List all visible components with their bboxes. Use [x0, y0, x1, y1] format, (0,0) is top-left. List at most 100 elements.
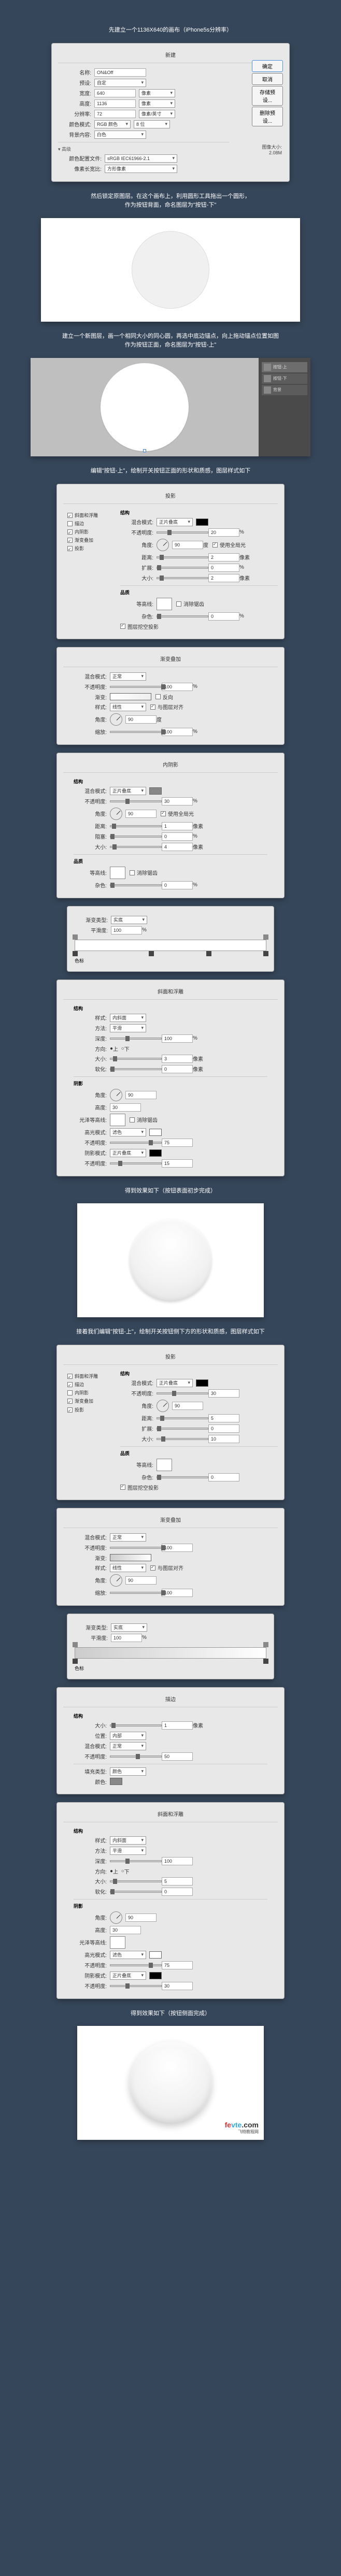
opacity-input[interactable]: 50 [162, 1752, 193, 1761]
global-light-check[interactable] [212, 542, 218, 548]
scale-slider[interactable] [110, 1592, 162, 1594]
noise-slider[interactable] [157, 615, 208, 617]
res-unit[interactable]: 像素/英寸 [139, 110, 175, 118]
noise-slider[interactable] [157, 1476, 208, 1478]
angle-dial[interactable] [110, 808, 122, 820]
style-select[interactable]: 线性 [110, 703, 146, 711]
gradient-picker[interactable] [110, 693, 151, 700]
sh-select[interactable]: 正片叠底 [110, 1149, 146, 1157]
size-slider[interactable] [157, 1438, 208, 1440]
soften-input[interactable]: 0 [162, 1888, 193, 1896]
opacity-stop-icon[interactable] [263, 934, 268, 940]
opacity-input[interactable]: 100 [162, 1544, 193, 1552]
color-swatch[interactable] [196, 519, 208, 526]
aspect-select[interactable]: 方形像素 [105, 165, 177, 173]
checkbox-icon[interactable] [67, 513, 73, 518]
distance-input[interactable]: 5 [208, 1414, 239, 1422]
align-check[interactable] [150, 704, 155, 710]
sh-op-input[interactable]: 15 [162, 1159, 193, 1168]
hl-select[interactable]: 滤色 [110, 1128, 146, 1136]
angle-input[interactable]: 90 [172, 541, 203, 549]
contour-picker[interactable] [110, 1114, 125, 1126]
style-select[interactable]: 内斜面 [110, 1014, 146, 1022]
blend-select[interactable]: 正常 [110, 1533, 146, 1542]
hl-select[interactable]: 滤色 [110, 1951, 146, 1959]
delete-preset-button[interactable]: 删除预设... [252, 107, 283, 126]
angle-dial[interactable] [110, 713, 122, 726]
angle-input[interactable]: 90 [125, 1091, 157, 1099]
opacity-slider[interactable] [110, 1755, 162, 1758]
checkbox-icon[interactable] [67, 1407, 73, 1413]
angle-input[interactable]: 90 [125, 810, 157, 818]
angle-input[interactable]: 90 [125, 715, 157, 724]
align-check[interactable] [150, 1565, 155, 1571]
depth-slider[interactable] [110, 1860, 162, 1862]
color-stop-icon[interactable] [206, 951, 211, 956]
checkbox-icon[interactable] [67, 1390, 73, 1395]
hl-op-input[interactable]: 75 [162, 1139, 193, 1147]
profile-select[interactable]: sRGB IEC61966-2.1 [105, 154, 177, 163]
checkbox-icon[interactable] [67, 1382, 73, 1387]
res-input[interactable]: 72 [94, 110, 136, 118]
color-stop-icon[interactable] [73, 1659, 78, 1664]
angle-dial[interactable] [110, 1911, 122, 1924]
soften-input[interactable]: 0 [162, 1065, 193, 1073]
angle-dial[interactable] [110, 1574, 122, 1587]
checkbox-icon[interactable] [67, 1374, 73, 1379]
anchor-point-icon[interactable] [143, 449, 146, 452]
ok-button[interactable]: 确定 [252, 60, 283, 72]
distance-slider[interactable] [157, 556, 208, 558]
gradient-bar[interactable] [75, 1647, 266, 1659]
scale-input[interactable]: 100 [162, 728, 193, 736]
opacity-stop-icon[interactable] [73, 934, 78, 940]
sh-swatch[interactable] [149, 1972, 162, 1979]
hl-swatch[interactable] [149, 1951, 162, 1959]
opacity-slider[interactable] [110, 800, 162, 802]
soften-slider[interactable] [110, 1068, 162, 1070]
size-slider[interactable] [110, 846, 162, 848]
grad-type-select[interactable]: 实底 [111, 916, 147, 924]
spread-input[interactable]: 0 [208, 1424, 239, 1433]
bit-select[interactable]: 8 位 [134, 120, 170, 128]
sh-op-slider[interactable] [110, 1985, 162, 1987]
spread-slider[interactable] [157, 1428, 208, 1430]
blend-select[interactable]: 正片叠底 [110, 787, 146, 795]
noise-input[interactable]: 0 [208, 612, 239, 621]
distance-input[interactable]: 1 [162, 822, 193, 830]
hl-op-slider[interactable] [110, 1142, 162, 1144]
color-swatch[interactable] [196, 1379, 208, 1387]
layer-item[interactable]: 背景 [262, 385, 307, 395]
reverse-check[interactable] [155, 694, 161, 699]
antialias-check[interactable] [130, 1117, 135, 1122]
angle-dial[interactable] [157, 1400, 169, 1412]
width-unit[interactable]: 像素 [139, 89, 175, 97]
width-input[interactable]: 640 [94, 89, 136, 97]
layer-item[interactable]: 按钮-下 [262, 373, 307, 384]
opacity-input[interactable]: 30 [208, 1389, 239, 1398]
hl-op-input[interactable]: 75 [162, 1961, 193, 1969]
distance-input[interactable]: 2 [208, 553, 239, 562]
style-select[interactable]: 线性 [110, 1564, 146, 1572]
noise-input[interactable]: 0 [162, 881, 193, 889]
angle-input[interactable]: 90 [125, 1913, 157, 1922]
color-stop-icon[interactable] [263, 1659, 268, 1664]
noise-slider[interactable] [110, 884, 162, 886]
antialias-check[interactable] [176, 601, 181, 607]
angle-input[interactable]: 90 [125, 1576, 157, 1585]
scale-input[interactable]: 100 [162, 1589, 193, 1597]
size-input[interactable]: 4 [162, 843, 193, 851]
name-input[interactable]: ON&Off [94, 68, 146, 77]
color-stop-icon[interactable] [73, 951, 78, 956]
hl-swatch[interactable] [149, 1129, 162, 1136]
checkbox-icon[interactable] [67, 538, 73, 543]
angle-input[interactable]: 90 [172, 1402, 203, 1410]
depth-input[interactable]: 100 [162, 1857, 193, 1865]
knockout-check[interactable] [120, 624, 125, 629]
bsize-slider[interactable] [110, 1880, 162, 1882]
bsize-input[interactable]: 5 [162, 1877, 193, 1886]
sh-select[interactable]: 正片叠底 [110, 1971, 146, 1980]
color-swatch[interactable] [149, 787, 162, 795]
distance-slider[interactable] [157, 1417, 208, 1419]
color-stop-icon[interactable] [263, 951, 268, 956]
checkbox-icon[interactable] [67, 1399, 73, 1404]
